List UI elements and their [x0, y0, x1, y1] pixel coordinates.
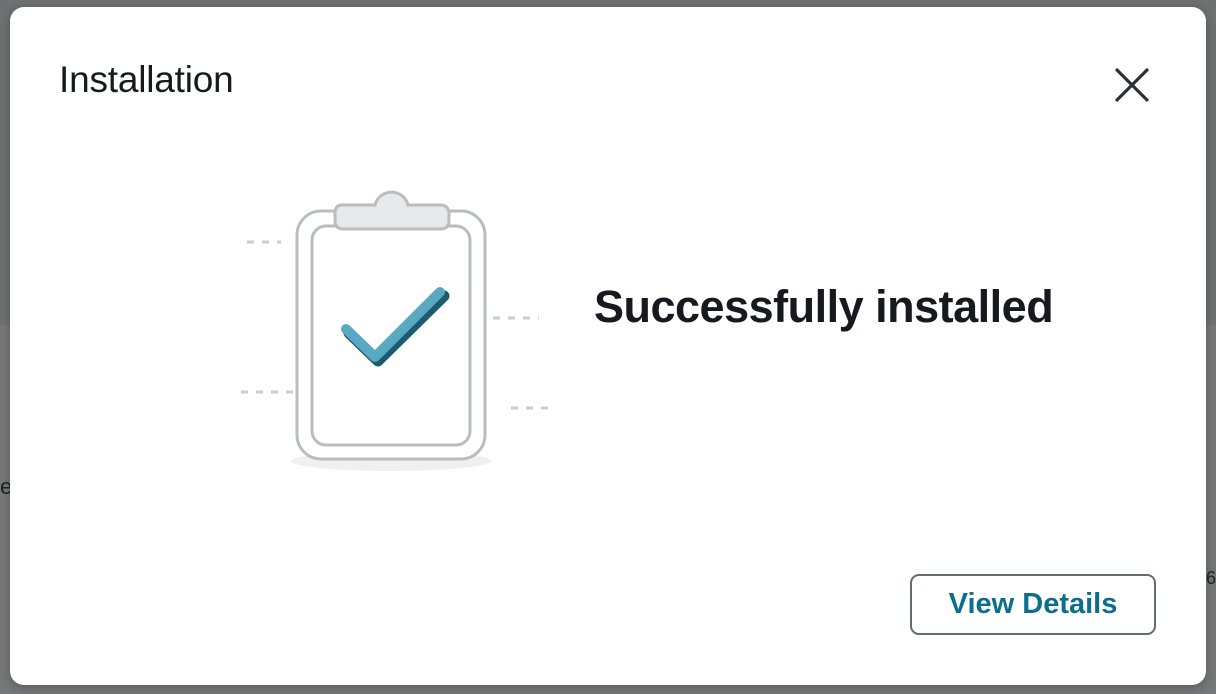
success-message: Successfully installed — [594, 281, 1054, 332]
background-text-fragment: 6 — [1206, 568, 1216, 588]
installation-dialog: Installation Successfully installed View… — [10, 7, 1206, 685]
dialog-title: Installation — [59, 59, 234, 100]
clipboard-check-icon — [241, 190, 555, 471]
view-details-button[interactable]: View Details — [910, 574, 1156, 635]
close-icon — [1115, 68, 1149, 102]
close-button[interactable] — [1108, 61, 1156, 109]
